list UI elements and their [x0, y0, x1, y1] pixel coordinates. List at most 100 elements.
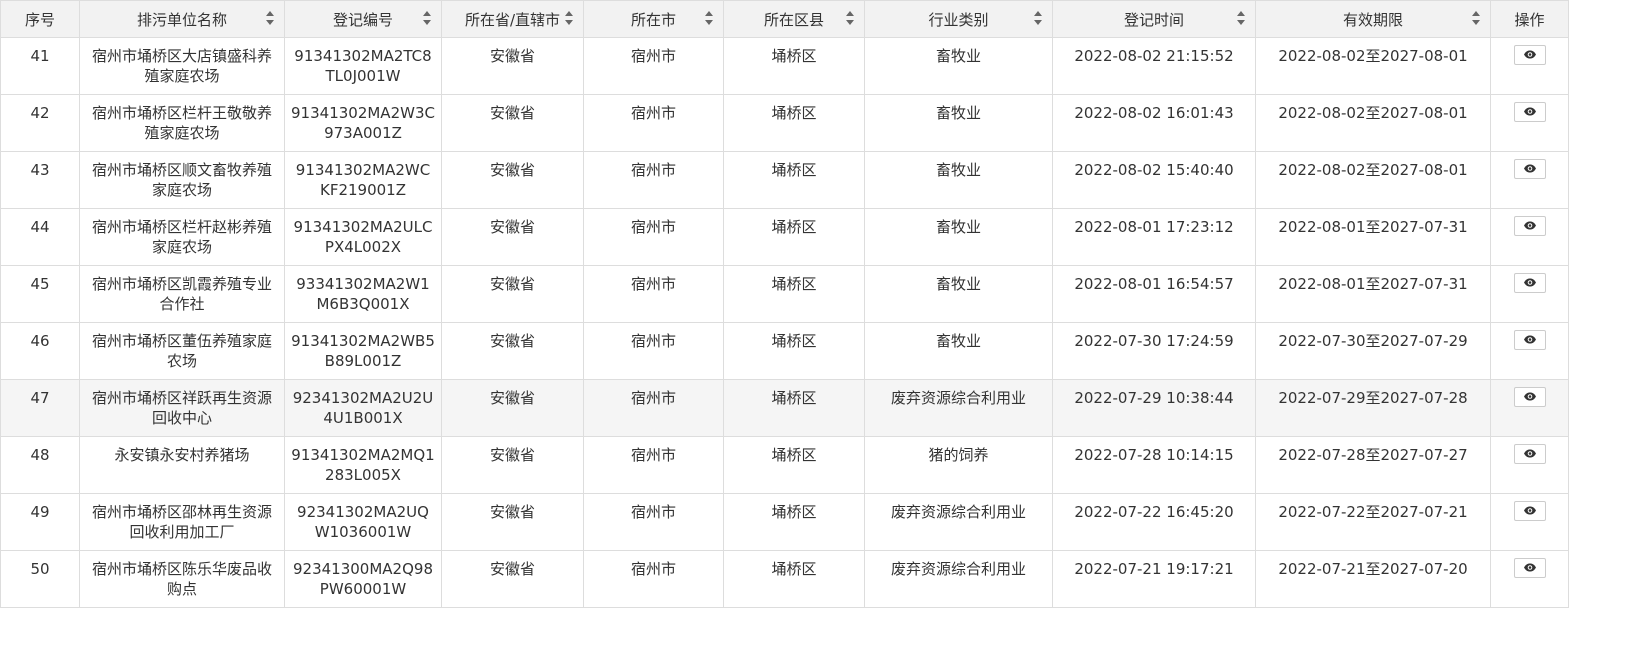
- unit-name: 宿州市埇桥区董伍养殖家庭农场: [91, 332, 272, 370]
- reg-time: 2022-08-02 15:40:40: [1074, 161, 1234, 179]
- eye-icon: [1523, 278, 1536, 287]
- header-reg-code[interactable]: 登记编号: [284, 0, 442, 38]
- table-header-row: 序号 排污单位名称 登记编号 所在省/直辖市 所在市 所在区县 行业类别 登记时…: [0, 0, 1569, 38]
- view-button[interactable]: [1513, 330, 1546, 350]
- cell-unit-name: 宿州市埇桥区大店镇盛科养殖家庭农场: [79, 37, 285, 95]
- cell-no: 41: [0, 37, 80, 95]
- header-action: 操作: [1490, 0, 1569, 38]
- cell-reg-time: 2022-07-22 16:45:20: [1052, 493, 1256, 551]
- cell-industry: 废弃资源综合利用业: [864, 550, 1053, 608]
- industry: 废弃资源综合利用业: [890, 389, 1026, 407]
- industry: 畜牧业: [935, 218, 981, 236]
- cell-reg-time: 2022-08-02 15:40:40: [1052, 151, 1256, 209]
- cell-unit-name: 宿州市埇桥区凯霞养殖专业合作社: [79, 265, 285, 323]
- cell-reg-time: 2022-08-01 16:54:57: [1052, 265, 1256, 323]
- cell-no: 42: [0, 94, 80, 152]
- unit-name: 宿州市埇桥区栏杆赵彬养殖家庭农场: [91, 218, 272, 256]
- view-button[interactable]: [1513, 216, 1546, 236]
- cell-action: [1490, 322, 1569, 380]
- table-row: 46 宿州市埇桥区董伍养殖家庭农场 91341302MA2WB5B89L001Z…: [0, 322, 1569, 380]
- table-row: 43 宿州市埇桥区顺文畜牧养殖家庭农场 91341302MA2WCKF21900…: [0, 151, 1569, 209]
- header-unit-name[interactable]: 排污单位名称: [79, 0, 285, 38]
- sort-icon[interactable]: [565, 11, 573, 25]
- row-number: 42: [30, 104, 50, 122]
- city: 宿州市: [630, 332, 676, 350]
- row-number: 47: [30, 389, 50, 407]
- header-province[interactable]: 所在省/直辖市: [441, 0, 584, 38]
- cell-reg-time: 2022-07-21 19:17:21: [1052, 550, 1256, 608]
- unit-name: 宿州市埇桥区祥跃再生资源回收中心: [91, 389, 272, 427]
- province: 安徽省: [489, 503, 535, 521]
- row-number: 45: [30, 275, 50, 293]
- cell-unit-name: 宿州市埇桥区董伍养殖家庭农场: [79, 322, 285, 380]
- district: 埇桥区: [771, 332, 817, 350]
- table-row: 45 宿州市埇桥区凯霞养殖专业合作社 93341302MA2W1M6B3Q001…: [0, 265, 1569, 323]
- unit-name: 宿州市埇桥区凯霞养殖专业合作社: [91, 275, 272, 313]
- cell-action: [1490, 379, 1569, 437]
- cell-action: [1490, 208, 1569, 266]
- cell-action: [1490, 37, 1569, 95]
- sort-icon[interactable]: [1034, 11, 1042, 25]
- cell-district: 埇桥区: [723, 265, 865, 323]
- header-label: 所在省/直辖市: [464, 10, 561, 29]
- view-button[interactable]: [1513, 444, 1546, 464]
- cell-reg-code: 91341302MA2WCKF219001Z: [284, 151, 442, 209]
- header-validity[interactable]: 有效期限: [1255, 0, 1491, 38]
- cell-no: 50: [0, 550, 80, 608]
- cell-industry: 畜牧业: [864, 322, 1053, 380]
- cell-district: 埇桥区: [723, 208, 865, 266]
- cell-validity: 2022-08-02至2027-08-01: [1255, 94, 1491, 152]
- cell-reg-code: 91341302MA2ULCPX4L002X: [284, 208, 442, 266]
- view-button[interactable]: [1513, 558, 1546, 578]
- cell-city: 宿州市: [583, 37, 724, 95]
- industry: 畜牧业: [935, 161, 981, 179]
- sort-icon[interactable]: [1237, 11, 1245, 25]
- cell-city: 宿州市: [583, 436, 724, 494]
- view-button[interactable]: [1513, 387, 1546, 407]
- cell-district: 埇桥区: [723, 493, 865, 551]
- view-button[interactable]: [1513, 45, 1546, 65]
- sort-icon[interactable]: [705, 11, 713, 25]
- header-city[interactable]: 所在市: [583, 0, 724, 38]
- registration-table: 序号 排污单位名称 登记编号 所在省/直辖市 所在市 所在区县 行业类别 登记时…: [0, 0, 1569, 608]
- reg-code: 91341302MA2ULCPX4L002X: [293, 218, 433, 256]
- sort-icon[interactable]: [846, 11, 854, 25]
- view-button[interactable]: [1513, 102, 1546, 122]
- cell-reg-code: 91341302MA2W3C973A001Z: [284, 94, 442, 152]
- reg-code: 92341302MA2U2U4U1B001X: [292, 389, 434, 427]
- cell-reg-time: 2022-08-02 16:01:43: [1052, 94, 1256, 152]
- reg-time: 2022-08-02 21:15:52: [1074, 47, 1234, 65]
- cell-province: 安徽省: [441, 379, 584, 437]
- city: 宿州市: [630, 218, 676, 236]
- table-row: 47 宿州市埇桥区祥跃再生资源回收中心 92341302MA2U2U4U1B00…: [0, 379, 1569, 437]
- validity: 2022-08-02至2027-08-01: [1278, 104, 1468, 122]
- cell-province: 安徽省: [441, 208, 584, 266]
- validity: 2022-07-22至2027-07-21: [1278, 503, 1468, 521]
- cell-no: 48: [0, 436, 80, 494]
- cell-province: 安徽省: [441, 493, 584, 551]
- view-button[interactable]: [1513, 501, 1546, 521]
- cell-city: 宿州市: [583, 208, 724, 266]
- header-district[interactable]: 所在区县: [723, 0, 865, 38]
- view-button[interactable]: [1513, 159, 1546, 179]
- cell-unit-name: 宿州市埇桥区顺文畜牧养殖家庭农场: [79, 151, 285, 209]
- sort-icon[interactable]: [423, 11, 431, 25]
- sort-icon[interactable]: [1472, 11, 1480, 25]
- validity: 2022-07-29至2027-07-28: [1278, 389, 1468, 407]
- industry: 畜牧业: [935, 104, 981, 122]
- cell-province: 安徽省: [441, 265, 584, 323]
- view-button[interactable]: [1513, 273, 1546, 293]
- cell-industry: 畜牧业: [864, 94, 1053, 152]
- sort-icon[interactable]: [266, 11, 274, 25]
- header-label: 登记时间: [1123, 10, 1184, 29]
- cell-no: 43: [0, 151, 80, 209]
- cell-reg-time: 2022-07-28 10:14:15: [1052, 436, 1256, 494]
- cell-reg-code: 93341302MA2W1M6B3Q001X: [284, 265, 442, 323]
- cell-province: 安徽省: [441, 94, 584, 152]
- cell-action: [1490, 493, 1569, 551]
- city: 宿州市: [630, 161, 676, 179]
- header-reg-time[interactable]: 登记时间: [1052, 0, 1256, 38]
- city: 宿州市: [630, 275, 676, 293]
- reg-code: 91341302MA2WB5B89L001Z: [291, 332, 435, 370]
- header-industry[interactable]: 行业类别: [864, 0, 1053, 38]
